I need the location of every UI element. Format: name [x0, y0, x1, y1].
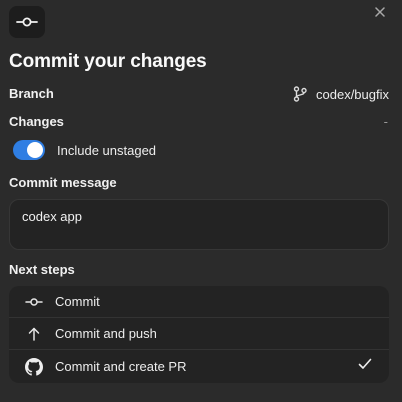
changes-label: Changes — [9, 114, 64, 129]
step-label: Commit and create PR — [55, 359, 187, 374]
changes-value: - — [383, 114, 388, 129]
dialog-title: Commit your changes — [9, 51, 207, 72]
branch-label: Branch — [9, 86, 54, 101]
include-unstaged-label: Include unstaged — [57, 142, 157, 158]
branch-name: codex/bugfix — [316, 86, 389, 102]
next-steps-list: Commit Commit and push Commit and create… — [9, 286, 389, 383]
commit-dialog: Commit your changes Branch codex/bugfix … — [0, 0, 402, 402]
checkmark-icon — [358, 358, 372, 373]
arrow-up-icon — [24, 324, 44, 344]
branch-value: codex/bugfix — [293, 86, 389, 102]
commit-icon — [24, 292, 44, 312]
close-button[interactable] — [373, 5, 387, 19]
include-unstaged-toggle[interactable] — [13, 140, 45, 160]
include-unstaged-row: Include unstaged — [13, 140, 156, 160]
step-commit-and-create-pr[interactable]: Commit and create PR — [9, 350, 389, 383]
toggle-knob — [27, 142, 43, 158]
step-label: Commit — [55, 294, 100, 309]
commit-message-label: Commit message — [9, 175, 117, 190]
commit-icon — [9, 6, 45, 38]
github-icon — [24, 357, 44, 377]
commit-message-input[interactable]: codex app — [9, 199, 389, 250]
step-commit[interactable]: Commit — [9, 286, 389, 318]
step-commit-and-push[interactable]: Commit and push — [9, 318, 389, 350]
step-label: Commit and push — [55, 326, 157, 341]
close-icon — [375, 7, 385, 17]
next-steps-label: Next steps — [9, 262, 75, 277]
git-branch-icon — [293, 86, 307, 102]
